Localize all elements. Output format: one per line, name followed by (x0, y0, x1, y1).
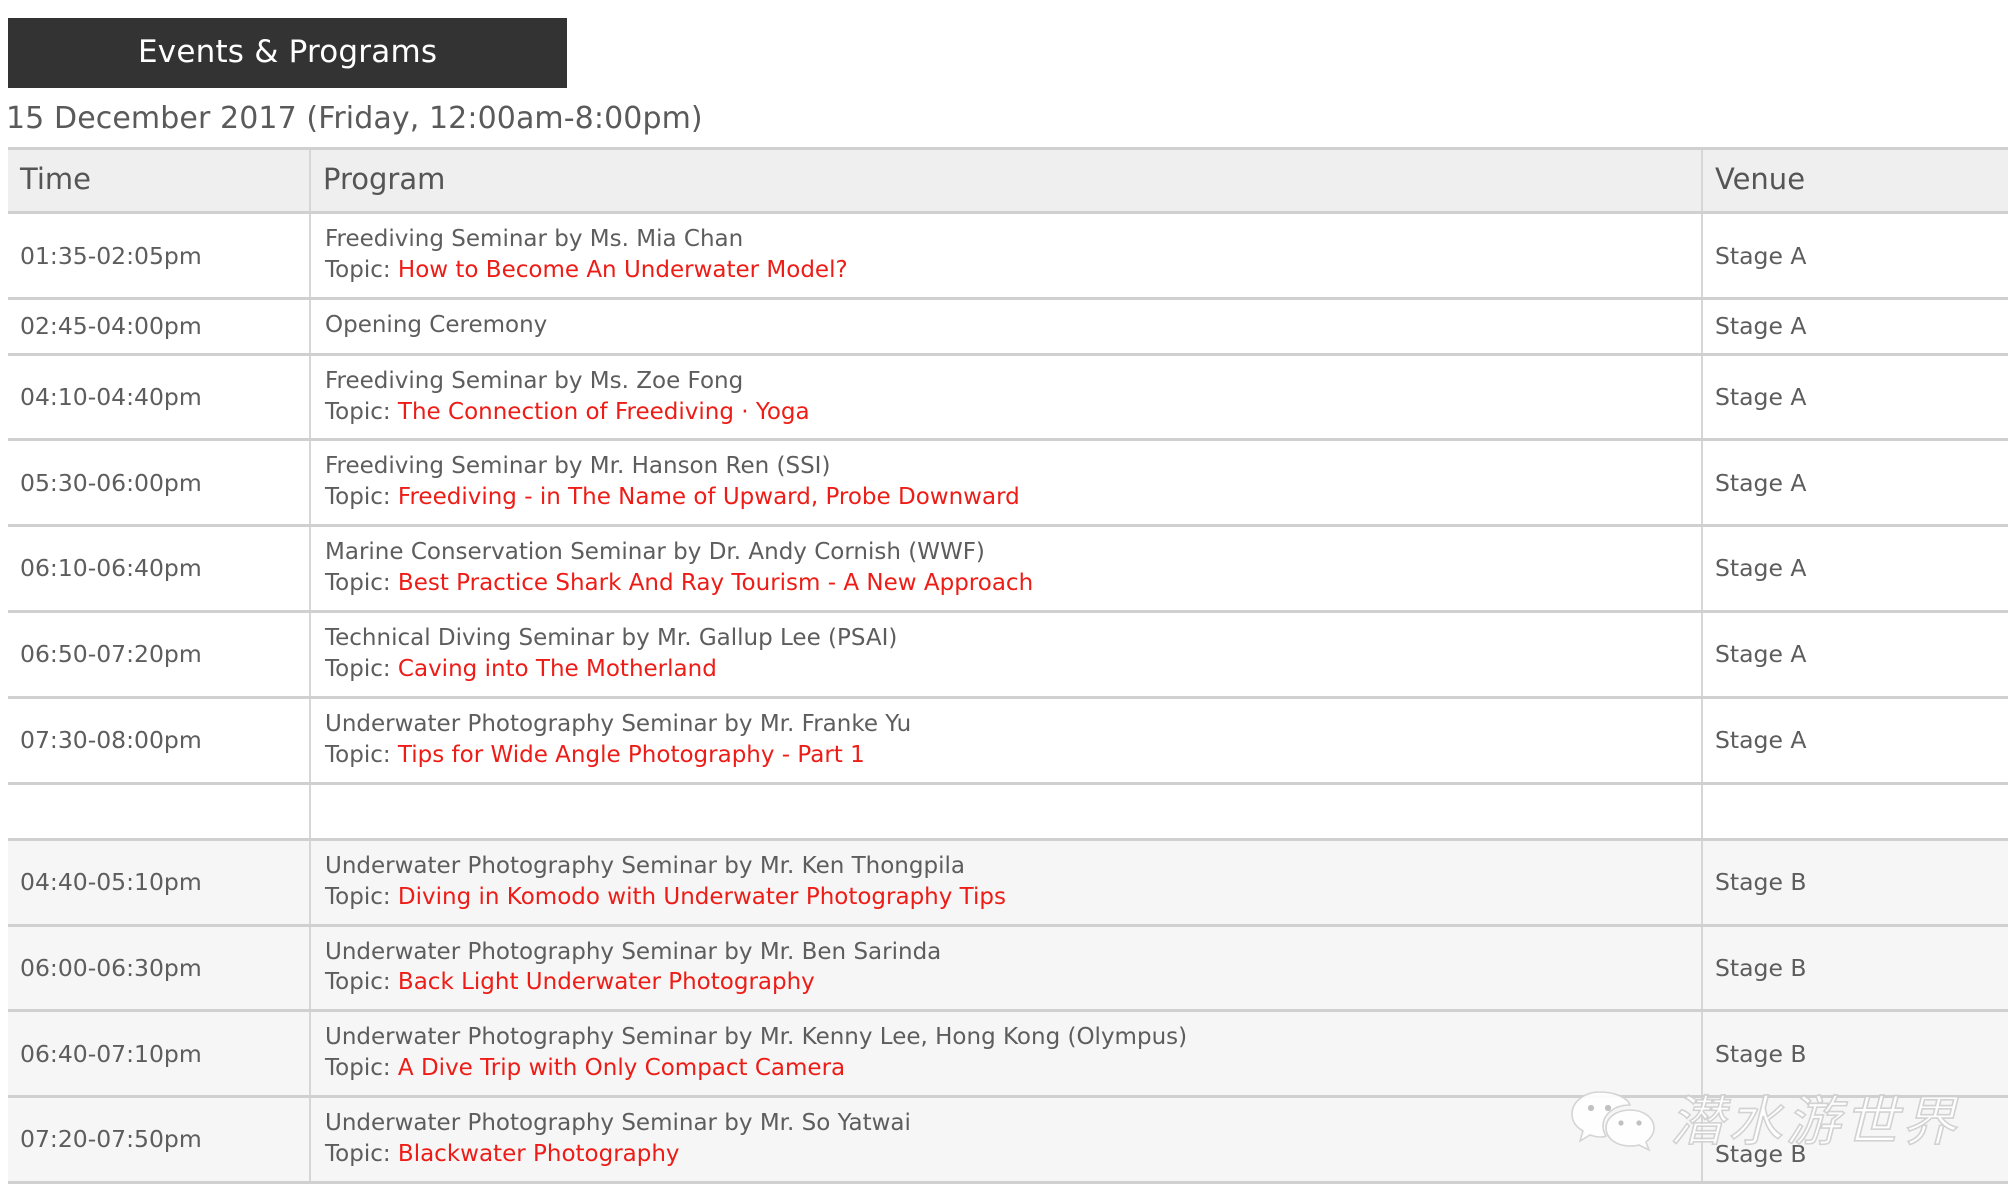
program-title: Underwater Photography Seminar by Mr. Ke… (325, 852, 965, 879)
cell-venue: Stage B (1702, 925, 2008, 1013)
program-topic: Topic: A Dive Trip with Only Compact Cam… (325, 1055, 1701, 1082)
topic-text: Best Practice Shark And Ray Tourism - A … (397, 570, 1034, 597)
program-title: Marine Conservation Seminar by Dr. Andy … (325, 539, 985, 566)
table-header: Time Program Venue (8, 148, 2008, 215)
cell-time: 06:50-07:20pm (8, 611, 311, 699)
topic-label: Topic: (325, 1141, 398, 1168)
table-row: 02:45-04:00pm Opening Ceremony Stage A (8, 298, 2008, 356)
program-title: Freediving Seminar by Mr. Hanson Ren (SS… (325, 453, 831, 480)
topic-text: Caving into The Motherland (397, 655, 717, 682)
program-title: Opening Ceremony (325, 312, 548, 339)
program-topic: Topic: Best Practice Shark And Ray Touri… (325, 570, 1701, 597)
program-title: Underwater Photography Seminar by Mr. So… (325, 1110, 911, 1137)
program-title: Technical Diving Seminar by Mr. Gallup L… (325, 625, 898, 652)
topic-label: Topic: (325, 570, 398, 597)
topic-label: Topic: (325, 1055, 398, 1082)
schedule-page: Events & Programs 15 December 2017 (Frid… (0, 0, 2014, 1194)
schedule-table: Time Program Venue 01:35-02:05pm Freedivi… (8, 146, 2008, 1184)
program-topic: Topic: How to Become An Underwater Model… (325, 257, 1701, 284)
cell-time: 05:30-06:00pm (8, 439, 311, 528)
program-title: Underwater Photography Seminar by Mr. Fr… (325, 710, 912, 737)
cell-program: Underwater Photography Seminar by Mr. Fr… (310, 697, 1703, 785)
banner-container: Events & Programs (0, 0, 2014, 88)
topic-label: Topic: (325, 257, 398, 284)
page-title: Events & Programs (8, 18, 568, 88)
program-title: Freediving Seminar by Ms. Zoe Fong (325, 367, 744, 394)
cell-venue: Stage A (1702, 212, 2008, 301)
topic-label: Topic: (325, 883, 398, 910)
cell-program: Freediving Seminar by Ms. Mia Chan Topic:… (310, 212, 1703, 301)
topic-text: Back Light Underwater Photography (397, 969, 815, 996)
table-spacer-row (8, 783, 2008, 841)
schedule-date: 15 December 2017 (Friday, 12:00am-8:00pm… (6, 101, 703, 136)
cell-program: Marine Conservation Seminar by Dr. Andy … (310, 525, 1703, 614)
cell-program: Technical Diving Seminar by Mr. Gallup L… (310, 611, 1703, 699)
cell-program: Underwater Photography Seminar by Mr. Ke… (310, 839, 1703, 927)
table-body: 01:35-02:05pm Freediving Seminar by Ms. M… (8, 212, 2008, 1184)
topic-label: Topic: (325, 741, 398, 768)
program-title: Underwater Photography Seminar by Mr. Be… (325, 938, 942, 965)
cell-time: 04:10-04:40pm (8, 354, 311, 442)
table-header-row: Time Program Venue (8, 148, 2008, 215)
column-header-venue: Venue (1702, 148, 2008, 215)
cell-venue: Stage B (1702, 839, 2008, 927)
program-title: Freediving Seminar by Ms. Mia Chan (325, 226, 744, 253)
topic-text: Diving in Komodo with Underwater Photogr… (397, 883, 1006, 910)
program-topic: Topic: Freediving - in The Name of Upwar… (325, 484, 1701, 511)
program-topic: Topic: Caving into The Motherland (325, 655, 1701, 682)
cell-program (310, 783, 1703, 841)
topic-label: Topic: (325, 398, 398, 425)
cell-time: 02:45-04:00pm (8, 298, 311, 356)
table-row: 06:50-07:20pm Technical Diving Seminar by… (8, 611, 2008, 699)
cell-program: Underwater Photography Seminar by Mr. Ke… (310, 1010, 1703, 1099)
cell-venue: Stage A (1702, 525, 2008, 614)
topic-label: Topic: (325, 484, 398, 511)
table-row: 04:10-04:40pm Freediving Seminar by Ms. Z… (8, 354, 2008, 442)
program-topic: Topic: Blackwater Photography (325, 1141, 1701, 1168)
program-topic: Topic: The Connection of Freediving · Yo… (325, 398, 1701, 425)
cell-venue: Stage A (1702, 298, 2008, 356)
topic-label: Topic: (325, 655, 398, 682)
cell-time: 07:30-08:00pm (8, 697, 311, 785)
topic-text: Freediving - in The Name of Upward, Prob… (397, 484, 1020, 511)
program-topic: Topic: Diving in Komodo with Underwater … (325, 883, 1701, 910)
cell-time: 01:35-02:05pm (8, 212, 311, 301)
topic-label: Topic: (325, 969, 398, 996)
cell-time (8, 783, 311, 841)
cell-time: 04:40-05:10pm (8, 839, 311, 927)
program-topic: Topic: Tips for Wide Angle Photography -… (325, 741, 1701, 768)
topic-text: Tips for Wide Angle Photography - Part 1 (397, 741, 865, 768)
program-topic: Topic: Back Light Underwater Photography (325, 969, 1701, 996)
cell-program: Freediving Seminar by Ms. Zoe Fong Topic:… (310, 354, 1703, 442)
column-header-time: Time (8, 148, 311, 215)
column-header-program: Program (310, 148, 1703, 215)
cell-time: 06:40-07:10pm (8, 1010, 311, 1099)
cell-time: 06:00-06:30pm (8, 925, 311, 1013)
program-title: Underwater Photography Seminar by Mr. Ke… (325, 1024, 1188, 1051)
topic-text: The Connection of Freediving · Yoga (397, 398, 810, 425)
table-row: 01:35-02:05pm Freediving Seminar by Ms. M… (8, 212, 2008, 301)
table-row: 07:30-08:00pm Underwater Photography Semi… (8, 697, 2008, 785)
table-row: 04:40-05:10pm Underwater Photography Semi… (8, 839, 2008, 927)
cell-time: 06:10-06:40pm (8, 525, 311, 614)
cell-program: Freediving Seminar by Mr. Hanson Ren (SS… (310, 439, 1703, 528)
cell-venue: Stage A (1702, 611, 2008, 699)
cell-program: Opening Ceremony (310, 298, 1703, 356)
topic-text: A Dive Trip with Only Compact Camera (397, 1055, 846, 1082)
cell-program: Underwater Photography Seminar by Mr. Be… (310, 925, 1703, 1013)
cell-venue: Stage A (1702, 697, 2008, 785)
topic-text: Blackwater Photography (397, 1141, 680, 1168)
cell-venue: Stage A (1702, 354, 2008, 442)
cell-venue: Stage A (1702, 439, 2008, 528)
table-row: 06:40-07:10pm Underwater Photography Semi… (8, 1010, 2008, 1099)
cell-venue: Stage B (1702, 1010, 2008, 1099)
topic-text: How to Become An Underwater Model? (397, 257, 848, 284)
table-row: 06:00-06:30pm Underwater Photography Semi… (8, 925, 2008, 1013)
cell-venue (1702, 783, 2008, 841)
table-row: 06:10-06:40pm Marine Conservation Seminar… (8, 525, 2008, 614)
table-row: 05:30-06:00pm Freediving Seminar by Mr. H… (8, 439, 2008, 528)
